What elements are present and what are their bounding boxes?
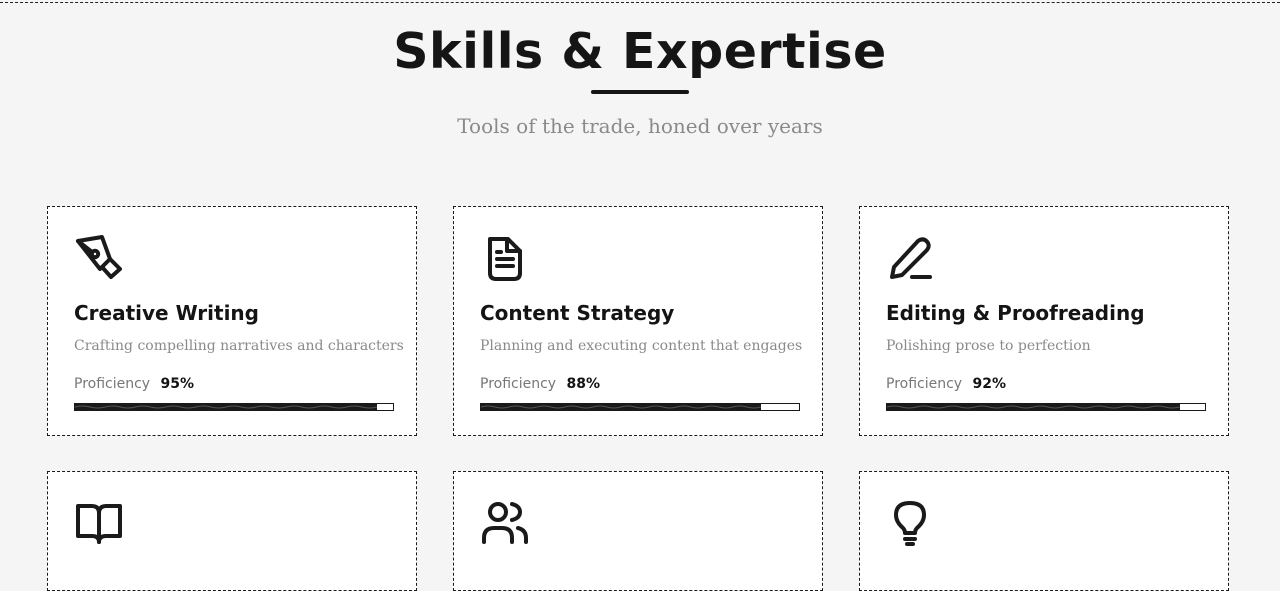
proficiency-bar-fill [887,404,1180,410]
users-icon [480,498,530,548]
pencil-icon [886,233,936,283]
proficiency-row: Proficiency 88% [480,376,600,392]
proficiency-bar [886,403,1206,411]
skill-title: Creative Writing [74,301,259,325]
proficiency-value: 95% [160,376,195,392]
proficiency-bar [480,403,800,411]
skill-card-creative-writing: Creative Writing Crafting compelling nar… [47,206,417,436]
skill-card-collaboration [453,471,823,591]
skill-description: Crafting compelling narratives and chara… [74,338,404,354]
document-icon [480,233,530,283]
skill-card-editing-proofreading: Editing & Proofreading Polishing prose t… [859,206,1229,436]
page-top-border [0,2,1280,3]
proficiency-label: Proficiency [886,376,963,392]
proficiency-bar [74,403,394,411]
skill-title: Editing & Proofreading [886,301,1145,325]
section-title: Skills & Expertise [393,23,887,80]
skill-title: Content Strategy [480,301,675,325]
proficiency-row: Proficiency 92% [886,376,1006,392]
proficiency-row: Proficiency 95% [74,376,194,392]
pen-nib-icon [74,233,124,283]
title-underline [591,90,689,94]
skill-description: Polishing prose to perfection [886,338,1091,354]
proficiency-value: 92% [972,376,1007,392]
proficiency-value: 88% [566,376,601,392]
skill-card-ideas [859,471,1229,591]
skill-description: Planning and executing content that enga… [480,338,803,354]
proficiency-bar-fill [75,404,378,410]
open-book-icon [74,498,124,548]
proficiency-label: Proficiency [74,376,151,392]
proficiency-bar-fill [481,404,761,410]
section-subtitle: Tools of the trade, honed over years [457,114,823,138]
lightbulb-icon [886,498,936,548]
skill-card-reading [47,471,417,591]
skill-card-content-strategy: Content Strategy Planning and executing … [453,206,823,436]
proficiency-label: Proficiency [480,376,557,392]
